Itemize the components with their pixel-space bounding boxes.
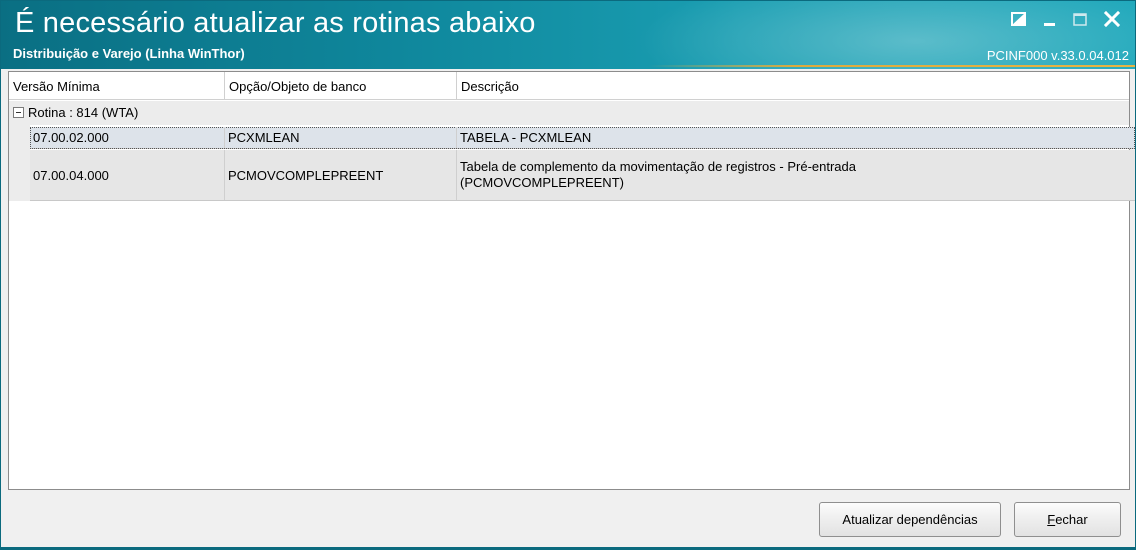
table-row[interactable]: 07.00.02.000 PCXMLEAN TABELA - PCXMLEAN [30,127,1135,149]
dialog-footer: Atualizar dependências Fechar [1,492,1135,549]
table-row[interactable]: 07.00.04.000 PCMOVCOMPLEPREENT Tabela de… [30,150,1135,201]
close-button-label: echar [1055,512,1088,527]
close-icon[interactable] [1100,7,1124,31]
column-header-descricao[interactable]: Descrição [457,72,1129,100]
close-button-accelerator: F [1047,512,1056,527]
dialog-window: É necessário atualizar as rotinas abaixo… [0,0,1136,550]
group-label: Rotina : 814 (WTA) [28,105,139,120]
column-header-objeto[interactable]: Opção/Objeto de banco [225,72,457,100]
group-row[interactable]: Rotina : 814 (WTA) [9,101,1129,125]
cell-objeto: PCMOVCOMPLEPREENT [225,150,457,200]
restore-down-icon[interactable] [1007,7,1031,31]
cell-versao: 07.00.04.000 [30,150,225,200]
product-subtitle: Distribuição e Varejo (Linha WinThor) [13,46,245,61]
group-indent [9,125,30,201]
cell-versao: 07.00.02.000 [30,127,225,148]
minimize-icon[interactable] [1038,7,1062,31]
title-bar[interactable]: É necessário atualizar as rotinas abaixo… [1,1,1135,69]
grid-header: Versão Mínima Opção/Objeto de banco Desc… [9,72,1129,100]
cell-objeto: PCXMLEAN [225,127,457,148]
routines-grid[interactable]: Versão Mínima Opção/Objeto de banco Desc… [8,71,1135,490]
version-label: PCINF000 v.33.0.04.012 [986,48,1129,63]
dialog-title: É necessário atualizar as rotinas abaixo [15,7,536,39]
collapse-icon[interactable] [13,107,24,118]
cell-descricao: TABELA - PCXMLEAN [460,130,592,145]
update-dependencies-button[interactable]: Atualizar dependências [819,502,1001,537]
close-button[interactable]: Fechar [1014,502,1121,537]
title-bar-accent-line [649,65,1135,67]
column-header-versao[interactable]: Versão Mínima [9,72,225,100]
cell-descricao: Tabela de complemento da movimentação de… [460,159,856,190]
maximize-icon[interactable] [1068,7,1092,31]
